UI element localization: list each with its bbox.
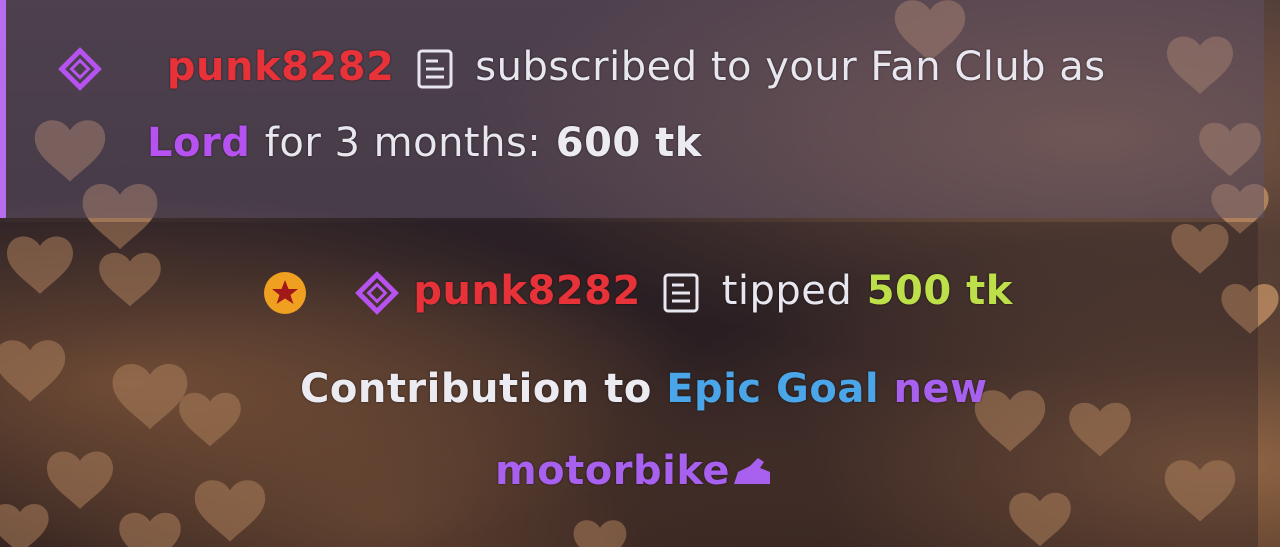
tip-amount: 500 tk — [866, 268, 1013, 314]
subscription-text: subscribed to your Fan Club as — [475, 44, 1106, 90]
notes-icon[interactable] — [661, 271, 701, 315]
contribution-prefix: Contribution to — [300, 366, 652, 412]
diamond-icon — [354, 271, 399, 315]
diamond-icon — [58, 47, 102, 91]
subscription-message — [0, 0, 1264, 218]
notes-icon[interactable] — [415, 47, 455, 91]
motorbike-icon — [734, 458, 770, 484]
goal-word: new — [893, 366, 988, 412]
tip-line-3: motorbike — [495, 448, 774, 494]
goal-item: motorbike — [495, 448, 730, 494]
chat-panel: punk8282 subscribed to your Fan Club as … — [0, 0, 1280, 547]
tip-line-2: Contribution to Epic Goal new — [300, 366, 988, 412]
tipper-username[interactable]: punk8282 — [413, 268, 641, 314]
star-badge-icon — [264, 272, 306, 314]
tip-line-1: punk8282 tipped 500 tk — [262, 268, 1013, 316]
subscription-duration: for 3 months: — [264, 120, 542, 166]
subscription-amount: 600 tk — [555, 120, 702, 166]
fan-club-role: Lord — [147, 120, 251, 166]
subscriber-username[interactable]: punk8282 — [167, 44, 395, 90]
tip-action: tipped — [721, 268, 853, 314]
subscription-line-1: punk8282 subscribed to your Fan Club as — [58, 44, 1106, 91]
subscription-line-2: Lord for 3 months: 600 tk — [147, 120, 702, 166]
goal-name: Epic Goal — [666, 366, 880, 412]
